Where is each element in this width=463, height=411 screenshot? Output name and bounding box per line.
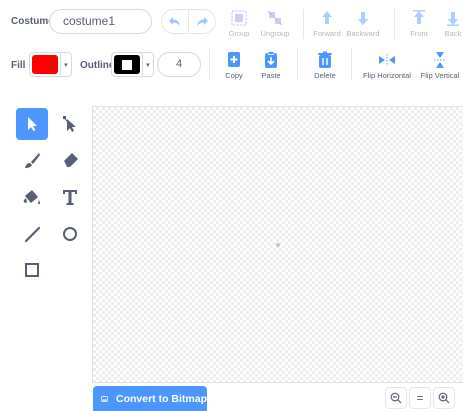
paint-bucket-icon (23, 190, 40, 205)
text-icon (63, 190, 77, 205)
toolbar-divider (209, 48, 210, 80)
image-icon (101, 395, 108, 402)
back-label: Back (444, 29, 462, 38)
convert-to-bitmap-label: Convert to Bitmap (115, 392, 207, 405)
outline-color-picker[interactable]: ▾ (111, 52, 154, 77)
redo-icon (197, 16, 208, 26)
redo-button[interactable] (188, 9, 216, 34)
zoom-in-button[interactable] (433, 387, 455, 409)
undo-icon (169, 16, 180, 26)
circle-tool[interactable] (54, 218, 86, 250)
brush-icon (25, 153, 40, 168)
brush-tool[interactable] (16, 144, 48, 176)
outline-width-input[interactable]: 4 (157, 52, 201, 77)
zoom-reset-button[interactable]: = (409, 387, 431, 409)
flip-vertical-label: Flip Vertical (420, 71, 460, 80)
delete-label: Delete (314, 71, 336, 80)
back-button[interactable]: Back (440, 9, 463, 38)
toolbar-divider (351, 48, 352, 80)
toolbar-divider (394, 9, 395, 39)
eraser-icon (64, 153, 78, 167)
paste-button[interactable]: Paste (257, 51, 285, 80)
line-icon (24, 226, 41, 243)
forward-label: Forward (313, 29, 341, 38)
backward-button[interactable]: Backward (345, 9, 381, 38)
front-label: Front (410, 29, 428, 38)
outline-color-swatch (114, 55, 140, 74)
undo-button[interactable] (161, 9, 189, 34)
zoom-controls: = (385, 385, 455, 411)
backward-label: Backward (346, 29, 380, 38)
toolbar-divider (303, 9, 304, 39)
paint-canvas[interactable] (92, 106, 463, 383)
convert-to-bitmap-button[interactable]: Convert to Bitmap (93, 386, 207, 411)
fill-color-swatch (32, 55, 58, 74)
backward-icon (354, 9, 372, 27)
arrow-select-icon (28, 117, 37, 131)
flip-horizontal-icon (378, 51, 396, 69)
trash-icon (316, 51, 334, 69)
flip-horizontal-label: Flip Horizontal (363, 71, 411, 80)
chevron-down-icon: ▾ (141, 53, 153, 76)
toolbar-divider (297, 48, 298, 80)
select-tool[interactable] (16, 108, 48, 140)
chevron-down-icon: ▾ (59, 53, 71, 76)
zoom-reset-label: = (416, 391, 424, 405)
delete-button[interactable]: Delete (311, 51, 339, 80)
paste-label: Paste (261, 71, 281, 80)
costume-name-input[interactable]: costume1 (49, 9, 152, 34)
paste-icon (262, 51, 280, 69)
zoom-out-icon (390, 392, 402, 404)
text-tool[interactable] (54, 181, 86, 213)
reshape-icon (63, 116, 76, 132)
flip-horizontal-button[interactable]: Flip Horizontal (359, 51, 415, 80)
forward-icon (318, 9, 336, 27)
canvas-center-marker (276, 243, 280, 247)
fill-color-picker[interactable]: ▾ (29, 52, 72, 77)
rectangle-tool[interactable] (16, 254, 48, 286)
ungroup-button[interactable]: Ungroup (259, 9, 291, 38)
circle-icon (63, 227, 77, 241)
copy-label: Copy (225, 71, 243, 80)
back-icon (444, 9, 462, 27)
zoom-in-icon (438, 392, 450, 404)
flip-vertical-button[interactable]: Flip Vertical (417, 51, 463, 80)
line-tool[interactable] (16, 218, 48, 250)
fill-label: Fill (11, 60, 26, 71)
fill-tool[interactable] (16, 181, 48, 213)
group-button[interactable]: Group (226, 9, 252, 38)
copy-icon (225, 51, 243, 69)
costume-label: Costume (11, 16, 54, 27)
group-icon (230, 9, 248, 27)
flip-vertical-icon (431, 51, 449, 69)
front-button[interactable]: Front (406, 9, 432, 38)
group-label: Group (228, 29, 250, 38)
zoom-out-button[interactable] (385, 387, 407, 409)
reshape-tool[interactable] (54, 108, 86, 140)
front-icon (410, 9, 428, 27)
ungroup-icon (266, 9, 284, 27)
copy-button[interactable]: Copy (221, 51, 247, 80)
outline-label: Outline (80, 60, 115, 71)
ungroup-label: Ungroup (260, 29, 290, 38)
rectangle-icon (25, 263, 39, 277)
eraser-tool[interactable] (54, 144, 86, 176)
forward-button[interactable]: Forward (311, 9, 343, 38)
